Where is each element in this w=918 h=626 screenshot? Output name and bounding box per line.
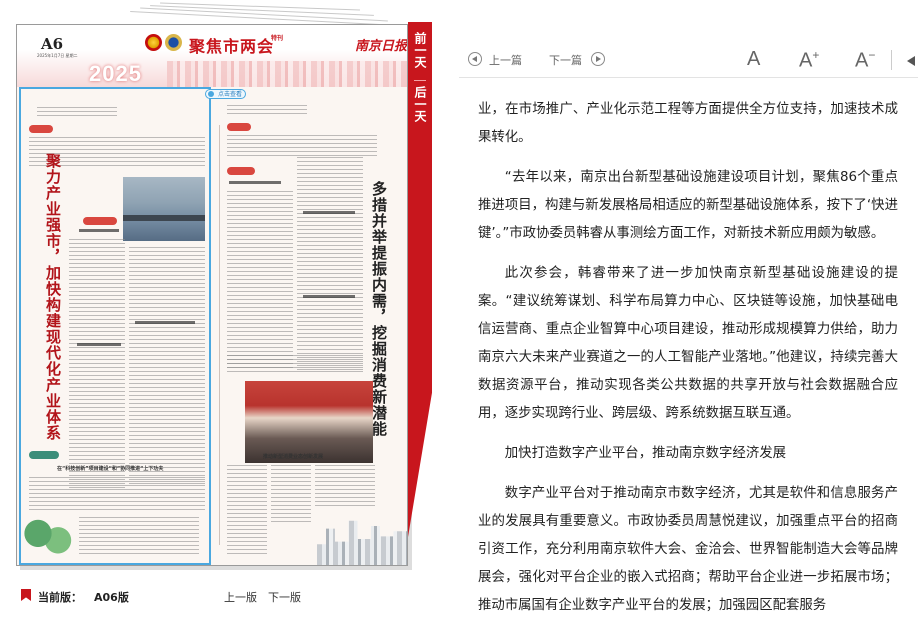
next-day-link[interactable]: 后一天 bbox=[408, 86, 432, 150]
next-article-link[interactable]: 下一篇 bbox=[549, 52, 582, 68]
masthead: A6 2025年1月7日 星期二 聚焦市两会 特刊 南京日报 2025 bbox=[17, 25, 408, 87]
font-normal-label: A bbox=[747, 48, 761, 70]
font-normal-button[interactable]: A bbox=[747, 48, 760, 71]
article-paragraph: 业，在市场推广、产业化示范工程等方面提供全方位支持，加速技术成果转化。 bbox=[478, 102, 898, 145]
next-page-link[interactable]: 下一版 bbox=[268, 589, 301, 605]
prev-article-link[interactable]: 上一篇 bbox=[489, 52, 522, 68]
decorative-city-art bbox=[317, 520, 407, 565]
next-day-label: 后一天 bbox=[413, 86, 427, 122]
special-tag: 特刊 bbox=[271, 35, 284, 42]
page-date: 2025年1月7日 星期二 bbox=[37, 53, 78, 58]
article-body: 业，在市场推广、产业化示范工程等方面提供全方位支持，加速技术成果转化。 “去年以… bbox=[478, 96, 898, 626]
newspaper-page-panel: A6 2025年1月7日 星期二 聚焦市两会 特刊 南京日报 2025 聚力产业… bbox=[0, 0, 448, 626]
ribbon-separator bbox=[414, 80, 426, 81]
sub-headline bbox=[303, 295, 355, 298]
column-byline bbox=[227, 105, 307, 115]
prev-page-link[interactable]: 上一版 bbox=[224, 589, 257, 605]
article-photo-shopping-crowd bbox=[245, 381, 373, 463]
bookmark-icon bbox=[21, 589, 31, 601]
prev-day-label: 前一天 bbox=[413, 32, 427, 68]
article-text-block bbox=[227, 465, 267, 555]
plus-sign: + bbox=[812, 48, 820, 62]
sub-headline bbox=[229, 181, 281, 184]
current-page-label: 当前版： bbox=[38, 591, 82, 604]
article-paragraph: 此次参会，韩睿带来了进一步加快南京新型基础设施建设的提案。“建议统筹谋划、科学布… bbox=[478, 266, 898, 421]
article-text-block bbox=[227, 135, 377, 159]
caption-right: 推动新型消费业态创新发展 bbox=[263, 454, 324, 460]
banner-skyline-art bbox=[167, 61, 407, 87]
selected-article-highlight[interactable] bbox=[19, 87, 211, 565]
article-text-block bbox=[227, 191, 293, 371]
section-title: 聚焦市两会 bbox=[189, 37, 275, 56]
section-marker bbox=[227, 123, 251, 131]
sub-headline bbox=[303, 211, 355, 214]
font-decrease-button[interactable]: A− bbox=[855, 48, 875, 73]
column-divider bbox=[219, 125, 220, 545]
section-marker bbox=[227, 167, 255, 175]
font-increase-label: A bbox=[799, 49, 813, 72]
page-nav-bar: 当前版： A06版 上一版 下一版 bbox=[16, 584, 436, 608]
article-toolbar: 上一篇 下一篇 A A+ A− bbox=[459, 42, 918, 78]
next-article-icon[interactable] bbox=[591, 52, 605, 66]
epaper-viewer: A6 2025年1月7日 星期二 聚焦市两会 特刊 南京日报 2025 聚力产业… bbox=[0, 0, 918, 626]
article-text-block bbox=[227, 355, 363, 375]
current-page-value: A06版 bbox=[94, 591, 129, 604]
article-text-block bbox=[297, 157, 363, 371]
prev-article-icon[interactable] bbox=[468, 52, 482, 66]
day-nav-ribbon: 前一天 后一天 bbox=[408, 22, 432, 537]
font-decrease-label: A bbox=[855, 49, 869, 72]
national-emblem-icon bbox=[145, 34, 162, 51]
font-increase-button[interactable]: A+ bbox=[799, 48, 819, 73]
article-paragraph: 数字产业平台对于推动南京市数字经济，尤其是软件和信息服务产业的发展具有重要意义。… bbox=[478, 486, 898, 613]
page-code: A6 bbox=[41, 35, 64, 53]
selected-article-badge[interactable]: 点击查看 bbox=[205, 89, 247, 99]
banner-year: 2025 bbox=[89, 61, 142, 86]
article-text-block bbox=[315, 465, 375, 509]
toolbar-divider bbox=[891, 50, 892, 70]
article-paragraph: “去年以来，南京出台新型基础设施建设项目计划，聚焦86个重点推进项目，构建与新发… bbox=[478, 170, 898, 241]
back-arrow-icon[interactable] bbox=[907, 56, 915, 66]
article-text-block bbox=[271, 465, 311, 525]
article-subheading: 加快打造数字产业平台，推动南京数字经济发展 bbox=[504, 446, 786, 461]
newspaper-page-image[interactable]: A6 2025年1月7日 星期二 聚焦市两会 特刊 南京日报 2025 聚力产业… bbox=[16, 24, 408, 566]
cppcc-emblem-icon bbox=[165, 34, 182, 51]
minus-sign: − bbox=[868, 48, 876, 62]
newspaper-brand-logo: 南京日报 bbox=[355, 39, 408, 54]
